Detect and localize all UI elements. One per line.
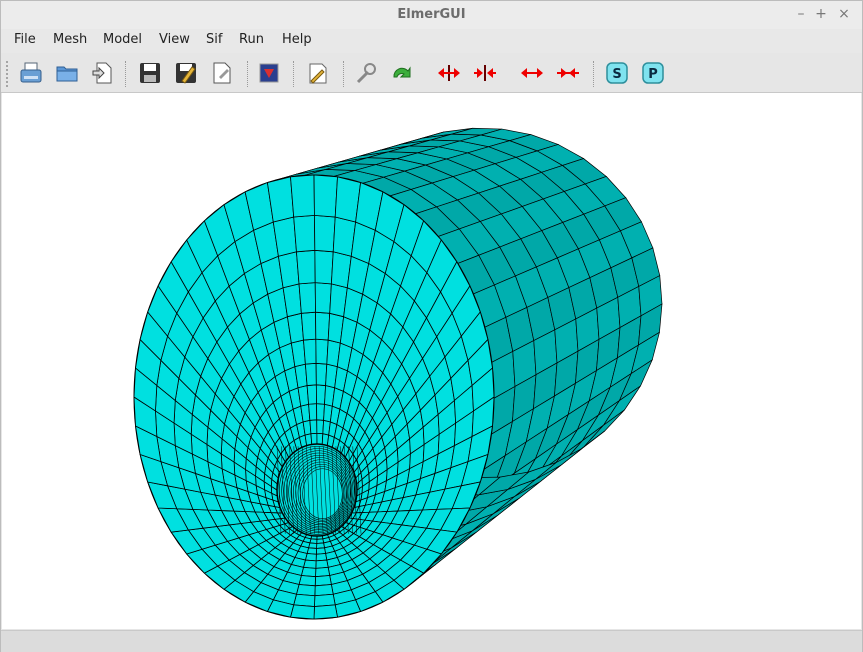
toolbar-separator	[125, 61, 128, 87]
wrench-icon[interactable]	[354, 61, 378, 85]
front-mesh-element	[313, 174, 338, 218]
front-mesh-element	[315, 362, 328, 386]
menu-sif[interactable]: Sif	[206, 32, 222, 47]
front-mesh-element	[293, 593, 316, 607]
toolbar: S P	[1, 54, 862, 93]
front-mesh-element	[315, 559, 329, 569]
toolbar-grip[interactable]	[6, 61, 11, 87]
front-mesh-element	[315, 566, 331, 578]
front-mesh-element	[309, 419, 318, 435]
front-mesh-element	[298, 575, 316, 587]
toolbar-separator	[343, 61, 346, 87]
status-bar	[1, 630, 862, 652]
edit-document-icon[interactable]	[210, 61, 234, 85]
toolbar-separator	[593, 61, 596, 87]
menu-model[interactable]: Model	[103, 32, 142, 47]
front-mesh-element	[314, 593, 336, 607]
close-button[interactable]: ×	[835, 5, 853, 23]
front-mesh-element	[306, 384, 317, 405]
title-bar: ElmerGUI – + ×	[1, 1, 862, 29]
start-solver-icon[interactable]: S	[605, 61, 629, 85]
front-mesh-element	[295, 584, 316, 597]
front-mesh-element	[315, 384, 327, 405]
mesh-canvas[interactable]	[2, 93, 861, 629]
postprocess-icon[interactable]: P	[641, 61, 665, 85]
color-image-icon[interactable]	[257, 61, 281, 85]
menu-file[interactable]: File	[14, 32, 36, 47]
menu-view[interactable]: View	[159, 32, 190, 47]
elmergui-window: ElmerGUI – + × File Mesh Model View Sif …	[0, 0, 863, 652]
maximize-button[interactable]: +	[812, 5, 830, 23]
expand-horizontal-icon[interactable]	[520, 61, 544, 85]
front-mesh-element	[290, 174, 315, 218]
front-mesh-element	[303, 338, 317, 365]
pencil-icon[interactable]	[305, 61, 329, 85]
front-mesh-element	[316, 403, 325, 421]
expand-arrows-icon[interactable]	[437, 61, 461, 85]
front-mesh-element	[310, 432, 318, 445]
front-mesh-element	[304, 362, 317, 386]
compress-horizontal-icon[interactable]	[556, 61, 580, 85]
toolbar-separator	[293, 61, 296, 87]
front-mesh-element	[314, 214, 336, 253]
front-mesh-element	[308, 403, 318, 421]
menu-mesh[interactable]: Mesh	[53, 32, 87, 47]
toolbar-separator	[247, 61, 250, 87]
front-mesh-element	[314, 282, 332, 314]
front-mesh-element	[314, 575, 332, 587]
minimize-button[interactable]: –	[792, 5, 810, 23]
open-folder-icon[interactable]	[55, 61, 79, 85]
front-mesh-element	[300, 311, 317, 341]
postprocess-label: P	[648, 67, 658, 82]
save-as-icon[interactable]	[174, 61, 198, 85]
front-mesh-element	[313, 604, 338, 620]
front-mesh-element	[298, 282, 316, 314]
load-icon[interactable]	[91, 61, 115, 85]
redo-icon[interactable]	[390, 61, 414, 85]
mesh-viewport[interactable]	[2, 93, 861, 629]
cylinder-front-face	[133, 174, 495, 620]
menu-bar: File Mesh Model View Sif Run Help	[1, 29, 862, 53]
save-icon[interactable]	[138, 61, 162, 85]
front-mesh-element	[315, 311, 331, 341]
compress-arrows-icon[interactable]	[473, 61, 497, 85]
front-mesh-element	[293, 214, 316, 253]
start-solver-label: S	[612, 67, 621, 82]
menu-help[interactable]: Help	[282, 32, 312, 47]
front-mesh-element	[314, 249, 334, 285]
front-mesh-element	[315, 338, 329, 365]
front-mesh-element	[289, 604, 315, 620]
menu-run[interactable]: Run	[239, 32, 264, 47]
front-mesh-element	[296, 249, 316, 285]
front-mesh-element	[314, 584, 334, 597]
open-file-icon[interactable]	[19, 61, 43, 85]
window-title: ElmerGUI	[397, 7, 466, 22]
